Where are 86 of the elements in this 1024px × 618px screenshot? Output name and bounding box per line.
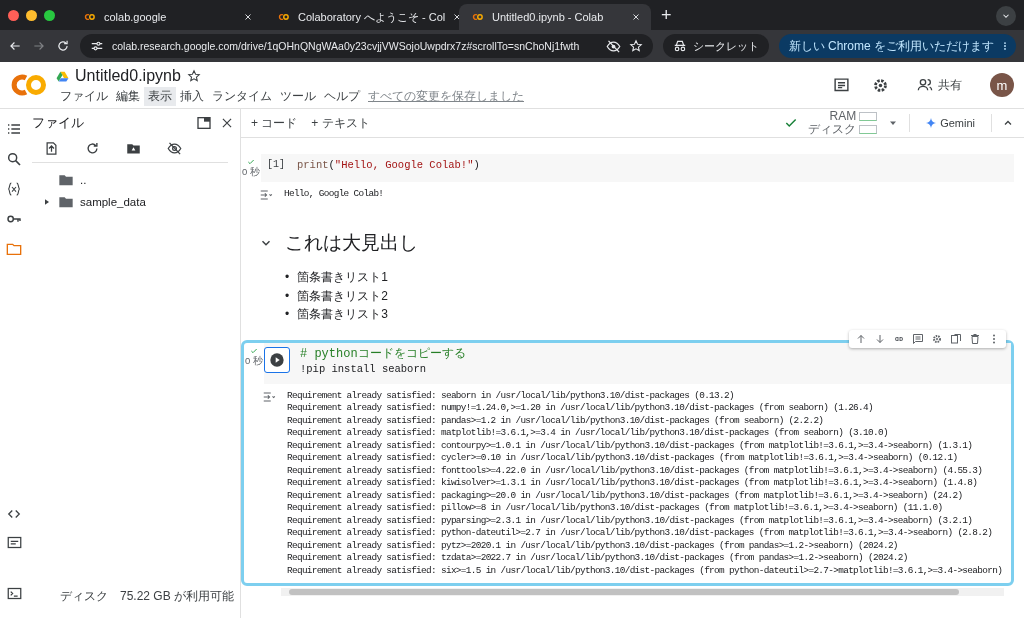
play-icon xyxy=(269,351,285,368)
check-icon xyxy=(250,346,258,355)
close-icon[interactable] xyxy=(631,12,641,22)
check-icon xyxy=(784,116,799,130)
notebook-title[interactable]: Untitled0.ipynb xyxy=(75,67,181,85)
menu-item[interactable]: ファイル xyxy=(56,87,112,106)
execution-count: [1] xyxy=(266,159,286,170)
bullet-marker: • xyxy=(285,306,290,323)
menu-item[interactable]: 表示 xyxy=(144,87,176,106)
eye-off-icon[interactable] xyxy=(605,38,621,54)
account-avatar[interactable]: m xyxy=(990,73,1014,97)
bullet-item: 箇条書きリスト3 xyxy=(297,306,388,323)
reload-icon[interactable] xyxy=(56,39,70,53)
menu-item[interactable]: ランタイム xyxy=(208,87,276,106)
bullet-marker: • xyxy=(285,269,290,286)
run-button[interactable] xyxy=(264,346,290,373)
new-tab-button[interactable]: + xyxy=(653,5,680,30)
maximize-window-button[interactable] xyxy=(44,9,55,21)
add-text-button[interactable]: + テキスト xyxy=(311,114,370,132)
file-tree-item[interactable]: sample_data xyxy=(28,191,240,213)
file-tree-item[interactable]: .. xyxy=(28,169,240,191)
drive-folder-icon[interactable] xyxy=(126,141,141,156)
disk-free-space: 75.22 GB が利用可能 xyxy=(119,588,234,605)
search-icon[interactable] xyxy=(6,151,22,167)
settings-icon[interactable] xyxy=(872,76,889,94)
new-tab-window-icon[interactable] xyxy=(196,115,212,131)
code-icon[interactable] xyxy=(7,507,21,521)
star-icon[interactable] xyxy=(186,69,201,83)
folder-icon xyxy=(58,172,74,188)
incognito-label: シークレット xyxy=(692,38,759,54)
incognito-icon xyxy=(672,39,687,53)
trash-icon[interactable] xyxy=(969,332,981,345)
bullet-item: 箇条書きリスト1 xyxy=(297,269,388,286)
menu-item[interactable]: 編集 xyxy=(112,87,144,106)
cell-output: Hello, Google Colab! xyxy=(284,188,384,201)
disk-label: ディスク xyxy=(60,588,109,605)
eye-off-icon[interactable] xyxy=(167,141,182,156)
menu-item[interactable]: 挿入 xyxy=(176,87,208,106)
comment-icon[interactable] xyxy=(833,76,850,94)
resource-meter[interactable]: RAM ディスク xyxy=(808,110,878,136)
cell-output: Requirement already satisfied: seaborn in /usr/local/lib/python3.10/dist-packages (0.13.2) Requirement already satisfied: numpy!=1.24.0,>=1.20 in /usr/local/lib/python3.10/dist-packages (from seaborn) (1.26.4) Requirement already satisfied: pandas>=1.2 in /usr/local/lib/python3.10/dist-packages (from seaborn) (2.2.2) Requirement already satisfied: matplotlib!=3.6.1,>=3.4 in /usr/local/lib/python3.10/dist-packages (from seaborn) (3.10.0) Requirement already satisfied: contourpy>=1.0.1 in /usr/local/lib/python3.10/dist-packages (from matplotlib!=3.6.1,>=3.4->seaborn) (1.3.1) Requirement already satisfied: cycler>=0.10 in /usr/local/lib/python3.10/dist-packages (from matplotlib!=3.6.1,>=3.4->seaborn) (0.12.1) Requirement already satisfied: fonttools>=4.22.0 in /usr/local/lib/python3.10/dist-packages (from matplotlib!=3.6.1,>=3.4->seaborn) (4.55.3) Requirement already satisfied: kiwisolver>=1.3.1 in /usr/local/lib/python3.10/dist-packages (from matplotlib!=3.6.1,>=3.4->seaborn) (1.4.8) Requirement already satisfied: packaging>=20.0 in /usr/local/lib/python3.10/dist-packages (from matplotlib!=3.6.1,>=3.4->seaborn) (24.2) Requirement already satisfied: pillow>=8 in /usr/local/lib/python3.10/dist-packages (from matplotlib!=3.6.1,>=3.4->seaborn) (11.1.0) Requirement already satisfied: pyparsing>=2.3.1 in /usr/local/lib/python3.10/dist-packages (from matplotlib!=3.6.1,>=3.4->seaborn) (3.2.1) Requirement already satisfied: python-dateutil>=2.7 in /usr/local/lib/python3.10/dist-packages (from matplotlib!=3.6.1,>=3.4->seaborn) (2.8.2) Requirement already satisfied: pytz>=2020.1 in /usr/local/lib/python3.10/dist-packages (from pandas>=1.2->seaborn) (2024.2) Requirement already satisfied: tzdata>=2022.7 in /usr/local/lib/python3.10/dist-packages (from pandas>=1.2->seaborn) (2024.2) Requirement already satisfied: six>=1.5 in /usr/local/lib/python3.10/dist-packages (from python-dateutil>=2.7->matplotlib!=3.6.1,>=3.4->seaborn) xyxy=(287,389,1003,577)
address-bar[interactable]: colab.research.google.com/drive/1qOHnQNgWAa0y23cvjjVWSojoUwpdrx7z#scrollTo=snChoNj1fwth xyxy=(80,34,653,58)
variables-icon[interactable] xyxy=(6,181,22,197)
folder-icon[interactable] xyxy=(6,241,22,257)
menu-item[interactable]: ヘルプ xyxy=(320,87,364,106)
browser-tab[interactable]: colab.google xyxy=(71,4,263,30)
mirror-icon[interactable] xyxy=(950,332,962,345)
command-palette-icon[interactable] xyxy=(6,535,22,550)
tab-search-button[interactable] xyxy=(996,6,1016,26)
bullet-item: 箇条書きリスト2 xyxy=(297,287,388,305)
minimize-window-button[interactable] xyxy=(26,9,37,21)
caret-right-icon[interactable] xyxy=(43,198,51,206)
close-window-button[interactable] xyxy=(8,9,19,21)
list-icon[interactable] xyxy=(6,121,22,137)
sparkle-icon xyxy=(926,118,937,128)
drive-icon xyxy=(56,69,69,83)
code-editor[interactable]: # pythonコードをコピーする !pip install seaborn xyxy=(300,347,466,376)
back-icon[interactable] xyxy=(8,39,22,53)
bullet-marker: • xyxy=(285,287,290,305)
browser-tab[interactable]: Untitled0.ipynb - Colab xyxy=(459,4,651,30)
add-code-button[interactable]: + コード xyxy=(251,114,298,132)
refresh-icon[interactable] xyxy=(85,141,100,156)
save-status-link[interactable]: すべての変更を保存しました xyxy=(364,87,528,106)
terminal-icon[interactable] xyxy=(6,586,22,601)
code-cell[interactable] xyxy=(241,339,1014,586)
people-icon xyxy=(917,77,933,93)
folder-icon xyxy=(58,194,74,210)
gemini-button[interactable]: Gemini xyxy=(920,116,981,130)
horizontal-scrollbar[interactable] xyxy=(281,588,1004,596)
menu-item[interactable]: ツール xyxy=(276,87,320,106)
comment-icon[interactable] xyxy=(912,332,924,345)
check-icon xyxy=(247,158,255,166)
close-icon[interactable] xyxy=(220,116,234,130)
code-editor[interactable]: print("Hello, Google Colab!") xyxy=(297,159,480,172)
update-chrome-button[interactable]: 新しい Chrome をご利用いただけます xyxy=(778,34,1016,58)
panel-title: ファイル xyxy=(32,114,85,132)
site-settings-icon[interactable] xyxy=(90,39,104,53)
incognito-indicator[interactable]: シークレット xyxy=(662,34,769,58)
browser-tab[interactable]: Colaboratory へようこそ - Col xyxy=(265,4,457,30)
execution-time: 0 秒 xyxy=(242,166,260,179)
settings-icon[interactable] xyxy=(931,332,943,345)
execution-time: 0 秒 xyxy=(245,354,263,368)
share-button[interactable]: 共有 xyxy=(911,75,968,95)
close-icon[interactable] xyxy=(243,12,253,22)
markdown-heading: これは大見出し xyxy=(285,231,418,255)
upload-icon[interactable] xyxy=(44,141,59,156)
